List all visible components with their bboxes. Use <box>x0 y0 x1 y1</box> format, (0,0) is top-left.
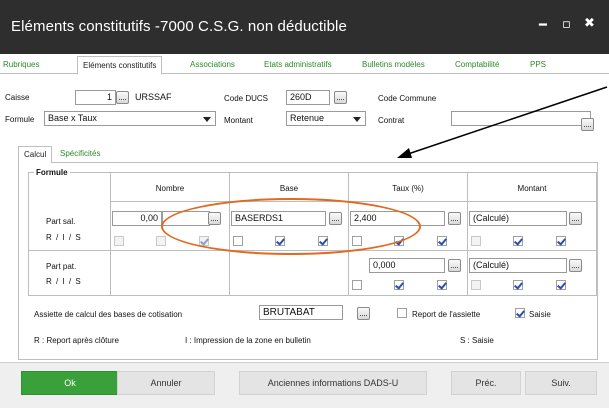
taux-pat-r-checkbox[interactable] <box>352 280 362 290</box>
dropdown-arrow-icon <box>203 117 211 122</box>
formule-dropdown[interactable]: Base x Taux <box>44 111 216 126</box>
formule-group-label: Formule <box>34 168 70 177</box>
suiv-button[interactable]: Suiv. <box>525 371 597 395</box>
caisse-name: URSSAF <box>135 92 172 102</box>
tab-specificites[interactable]: Spécificités <box>60 149 100 158</box>
window-title: Eléments constitutifs -7000 C.S.G. non d… <box>11 18 347 35</box>
taux-pat-s-checkbox[interactable] <box>437 280 447 290</box>
montant-sal-input[interactable]: (Calculé) <box>469 211 567 226</box>
caisse-label: Caisse <box>5 93 30 102</box>
montant-pat-ellipsis-icon[interactable] <box>569 259 582 272</box>
row-part-sal-ris: R / I / S <box>46 233 82 242</box>
taux-pat-i-checkbox[interactable] <box>394 280 404 290</box>
formule-value: Base x Taux <box>48 113 97 123</box>
tab-pps[interactable]: PPS <box>530 60 546 69</box>
tab-elements-constitutifs[interactable]: Eléments constitutifs <box>77 56 163 75</box>
montant-sal-ellipsis-icon[interactable] <box>569 212 582 225</box>
column-header-taux: Taux (%) <box>392 184 424 193</box>
legend-report: R : Report après clôture <box>34 336 119 345</box>
annotation-ellipse <box>161 198 421 255</box>
column-header-base: Base <box>279 184 299 193</box>
tab-associations[interactable]: Associations <box>190 60 235 69</box>
assiette-ellipsis-icon[interactable] <box>357 307 370 320</box>
main-tab-bar: Rubriques Eléments constitutifs Associat… <box>0 56 609 75</box>
code-ducs-ellipsis-icon[interactable] <box>334 91 347 104</box>
tab-etats-administratifs[interactable]: Etats administratifs <box>264 60 332 69</box>
taux-pat-input[interactable]: 0,000 <box>369 258 445 273</box>
taux-pat-ellipsis-icon[interactable] <box>448 259 461 272</box>
montant-pat-i-checkbox[interactable] <box>513 280 523 290</box>
annuler-button[interactable]: Annuler <box>117 371 215 395</box>
anciennes-informations-button[interactable]: Anciennes informations DADS-U <box>239 371 427 395</box>
montant-sal-r-checkbox[interactable] <box>471 236 481 246</box>
nombre-i-checkbox[interactable] <box>156 236 166 246</box>
taux-s-checkbox[interactable] <box>437 236 447 246</box>
taux-ellipsis-icon[interactable] <box>448 212 461 225</box>
assiette-input[interactable]: BRUTABAT <box>259 305 343 320</box>
maximize-icon[interactable]: ▫ <box>562 17 571 32</box>
dropdown-arrow-icon <box>353 117 361 122</box>
montant-value: Retenue <box>290 113 325 123</box>
montant-pat-r-checkbox[interactable] <box>471 280 481 290</box>
montant-pat-s-checkbox[interactable] <box>556 280 566 290</box>
formule-label: Formule <box>5 115 35 124</box>
caisse-input[interactable]: 1 <box>75 90 116 105</box>
montant-dropdown[interactable]: Retenue <box>286 111 366 126</box>
column-header-montant: Montant <box>517 184 547 193</box>
nombre-r-checkbox[interactable] <box>114 236 124 246</box>
caisse-ellipsis-icon[interactable] <box>116 91 129 104</box>
column-header-nombre: Nombre <box>155 184 185 193</box>
report-assiette-checkbox[interactable] <box>397 308 407 318</box>
assiette-label: Assiette de calcul des bases de cotisati… <box>34 310 183 319</box>
tab-rubriques[interactable]: Rubriques <box>3 60 39 69</box>
montant-pat-input[interactable]: (Calculé) <box>469 258 567 273</box>
tab-bulletins-modeles[interactable]: Bulletins modèles <box>362 60 425 69</box>
montant-label: Montant <box>224 116 253 125</box>
title-bar: Eléments constitutifs -7000 C.S.G. non d… <box>0 0 609 54</box>
tab-comptabilite[interactable]: Comptabilité <box>455 60 499 69</box>
code-ducs-label: Code DUCS <box>224 94 269 103</box>
row-part-pat-ris: R / I / S <box>46 277 82 286</box>
legend-impression: I : Impression de la zone en bulletin <box>185 336 311 345</box>
row-part-sal-label: Part sal. <box>46 217 76 226</box>
annotation-arrow-icon <box>397 86 608 158</box>
row-part-pat-label: Part pat. <box>46 262 77 271</box>
tab-calcul[interactable]: Calcul <box>18 146 53 164</box>
close-icon[interactable]: ✖ <box>584 16 595 31</box>
nombre-input[interactable]: 0,00 <box>112 211 162 226</box>
report-assiette-label: Report de l'assiette <box>412 310 481 319</box>
montant-sal-s-checkbox[interactable] <box>556 236 566 246</box>
minimize-icon[interactable]: ━ <box>539 18 547 33</box>
ok-button[interactable]: Ok <box>21 371 119 395</box>
saisie-label: Saisie <box>529 310 551 319</box>
saisie-checkbox[interactable] <box>515 308 525 318</box>
prec-button[interactable]: Préc. <box>451 371 521 395</box>
code-ducs-input[interactable]: 260D <box>286 90 330 105</box>
legend-saisie: S : Saisie <box>460 336 494 345</box>
montant-sal-i-checkbox[interactable] <box>513 236 523 246</box>
